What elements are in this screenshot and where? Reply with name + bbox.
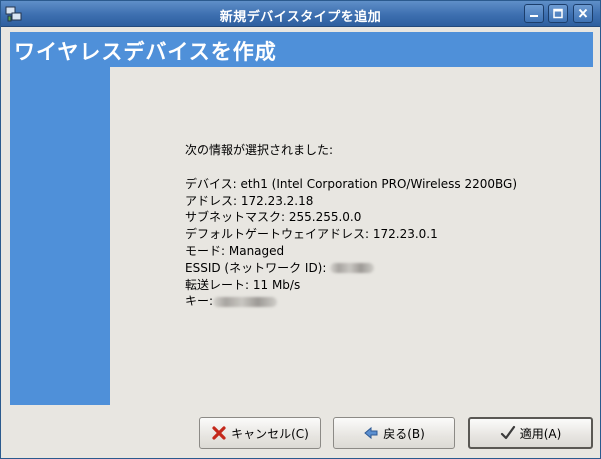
- page-title: ワイヤレスデバイスを作成: [14, 40, 277, 64]
- close-icon: [578, 8, 588, 18]
- info-key-row: キー:: [185, 293, 517, 310]
- header-banner: ワイヤレスデバイスを作成: [10, 32, 593, 67]
- sidebar-graphic: [10, 67, 110, 405]
- info-address: アドレス: 172.23.2.18: [185, 193, 314, 208]
- title-bar[interactable]: 新規デバイスタイプを追加: [1, 1, 600, 27]
- close-button[interactable]: [573, 4, 593, 23]
- cancel-button-label: キャンセル(C): [231, 426, 309, 441]
- essid-value-redacted: [330, 263, 375, 274]
- back-button-label: 戻る(B): [383, 426, 425, 441]
- arrow-left-icon: [364, 426, 378, 440]
- info-subnet-mask: サブネットマスク: 255.255.0.0: [185, 210, 362, 225]
- window-title: 新規デバイスタイプを追加: [219, 10, 382, 25]
- dialog-window: 新規デバイスタイプを追加 ワイヤレスデバイスを作成 次の情報が選択されました: …: [0, 0, 601, 459]
- info-transfer-rate: 転送レート: 11 Mb/s: [185, 277, 301, 292]
- back-button[interactable]: 戻る(B): [333, 417, 455, 449]
- key-value-redacted: [213, 296, 278, 307]
- apply-button[interactable]: 適用(A): [468, 417, 593, 449]
- info-essid-label: ESSID (ネットワーク ID):: [185, 260, 331, 275]
- info-key-label: キー:: [185, 294, 214, 309]
- cancel-x-icon: [212, 426, 226, 440]
- info-device: デバイス: eth1 (Intel Corporation PRO/Wirele…: [185, 176, 518, 191]
- info-essid-row: ESSID (ネットワーク ID):: [185, 260, 517, 277]
- info-default-gateway: デフォルトゲートウェイアドレス: 172.23.0.1: [185, 227, 438, 242]
- info-heading: 次の情報が選択されました:: [185, 143, 334, 157]
- maximize-icon: [553, 8, 563, 19]
- apply-button-label: 適用(A): [519, 426, 562, 441]
- maximize-button[interactable]: [548, 4, 568, 23]
- selected-info-summary: 次の情報が選択されました: デバイス: eth1 (Intel Corporat…: [185, 142, 517, 310]
- cancel-button[interactable]: キャンセル(C): [199, 417, 321, 449]
- info-mode: モード: Managed: [185, 243, 285, 258]
- minimize-button[interactable]: [524, 4, 544, 23]
- minimize-icon: [530, 15, 538, 17]
- checkmark-icon: [500, 425, 515, 440]
